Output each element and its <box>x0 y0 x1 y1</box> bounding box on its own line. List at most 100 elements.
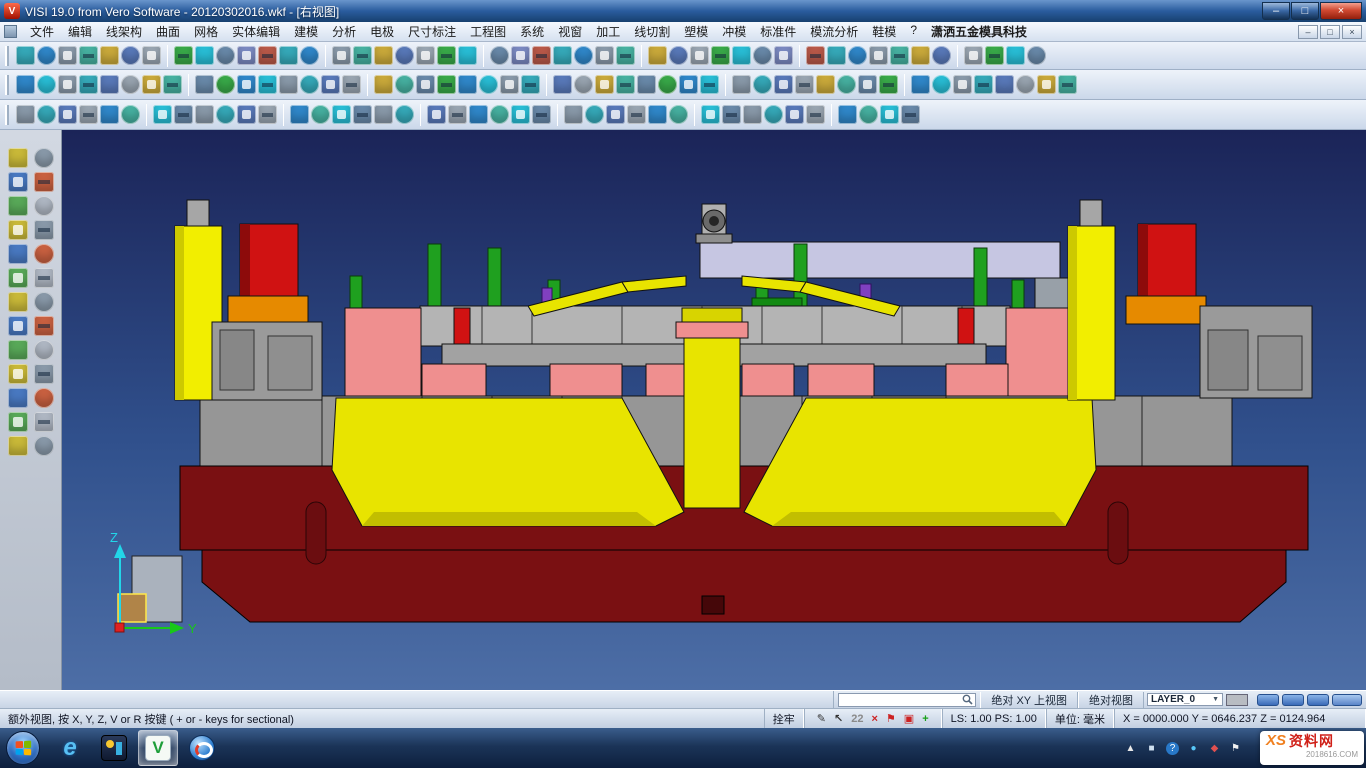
toolbar-icon[interactable] <box>237 46 256 65</box>
toolbar-icon[interactable] <box>34 388 54 408</box>
toolbar-icon[interactable] <box>290 105 309 124</box>
toolbar-icon[interactable] <box>58 46 77 65</box>
menu-item[interactable]: 标准件 <box>753 21 803 42</box>
search-box[interactable] <box>838 693 976 707</box>
toolbar-icon[interactable] <box>901 105 920 124</box>
toolbar-icon[interactable] <box>8 292 28 312</box>
toolbar-icon[interactable] <box>37 105 56 124</box>
toolbar-icon[interactable] <box>553 75 572 94</box>
toolbar-icon[interactable] <box>985 46 1004 65</box>
toolbar-icon[interactable] <box>532 46 551 65</box>
toolbar-icon[interactable] <box>953 75 972 94</box>
toolbar-icon[interactable] <box>743 105 762 124</box>
tray-show-hidden-icon[interactable]: ▲ <box>1124 742 1137 755</box>
toolbar-icon[interactable] <box>8 412 28 432</box>
toolbar-icon[interactable] <box>121 105 140 124</box>
plus-icon[interactable]: + <box>922 713 928 725</box>
toolbar-icon[interactable] <box>34 196 54 216</box>
toolbar-icon[interactable] <box>163 75 182 94</box>
toolbar-icon[interactable] <box>711 46 730 65</box>
toolbar-icon[interactable] <box>995 75 1014 94</box>
toolbar-icon[interactable] <box>332 46 351 65</box>
layer-color-swatch[interactable] <box>1226 694 1248 706</box>
mdi-close-button[interactable]: × <box>1342 25 1362 39</box>
toolbar-icon[interactable] <box>880 105 899 124</box>
toolbar-icon[interactable] <box>8 220 28 240</box>
tray-network-icon[interactable]: ● <box>1187 742 1200 755</box>
cam-driver-left-yellow[interactable] <box>332 398 684 526</box>
toolbar-icon[interactable] <box>521 75 540 94</box>
menu-item[interactable]: 文件 <box>23 21 61 42</box>
toolbar-icon[interactable] <box>8 268 28 288</box>
center-punch-column[interactable] <box>676 308 748 508</box>
flag-icon[interactable]: ⚑ <box>886 712 896 725</box>
menu-item[interactable]: 网格 <box>187 21 225 42</box>
cam-driver-right-yellow[interactable] <box>744 398 1096 526</box>
taskbar-browser-button[interactable] <box>182 730 222 766</box>
toolbar-icon[interactable] <box>1058 75 1077 94</box>
toolbar-icon[interactable] <box>511 46 530 65</box>
toolbar-icon[interactable] <box>300 46 319 65</box>
snap-22-icon[interactable]: 22 <box>851 713 863 725</box>
die-cross-section-view[interactable]: Z Y <box>62 130 1366 690</box>
toolbar-icon[interactable] <box>732 75 751 94</box>
menu-item[interactable]: 模流分析 <box>803 21 865 42</box>
toolbar-icon[interactable] <box>858 75 877 94</box>
toolbar-icon[interactable] <box>511 105 530 124</box>
toolbar-icon[interactable] <box>806 46 825 65</box>
toolbar-icon[interactable] <box>490 105 509 124</box>
toolbar-icon[interactable] <box>8 436 28 456</box>
toolbar-icon[interactable] <box>8 364 28 384</box>
toolbar-icon[interactable] <box>395 105 414 124</box>
checkbox-icon[interactable]: ▣ <box>904 712 914 725</box>
toolbar-icon[interactable] <box>34 364 54 384</box>
toolbar-icon[interactable] <box>353 46 372 65</box>
toolbar-icon[interactable] <box>616 75 635 94</box>
toolbar-icon[interactable] <box>838 105 857 124</box>
toolbar-icon[interactable] <box>374 75 393 94</box>
menu-item[interactable]: 系统 <box>513 21 551 42</box>
close-button[interactable]: × <box>1320 2 1362 20</box>
menu-item[interactable]: 鞋模 <box>865 21 903 42</box>
toolbar-icon[interactable] <box>795 75 814 94</box>
toolbar-icon[interactable] <box>848 46 867 65</box>
view-selector-absolute[interactable]: 绝对视图 <box>1078 692 1144 708</box>
toolbar-icon[interactable] <box>890 46 909 65</box>
toolbar-icon[interactable] <box>437 75 456 94</box>
toolbar-icon[interactable] <box>8 388 28 408</box>
toolbar-grip[interactable] <box>5 75 9 95</box>
toolbar-icon[interactable] <box>216 105 235 124</box>
toolbar-icon[interactable] <box>1016 75 1035 94</box>
toolbar-icon[interactable] <box>100 105 119 124</box>
toolbar-icon[interactable] <box>490 46 509 65</box>
toolbar-icon[interactable] <box>58 75 77 94</box>
toolbar-icon[interactable] <box>669 105 688 124</box>
toolbar-icon[interactable] <box>1027 46 1046 65</box>
toolbar-icon[interactable] <box>79 75 98 94</box>
toolbar-grip[interactable] <box>5 46 9 66</box>
search-input[interactable] <box>841 694 962 705</box>
toolbar-icon[interactable] <box>342 75 361 94</box>
toolbar-icon[interactable] <box>416 75 435 94</box>
menu-item[interactable]: 工程图 <box>463 21 513 42</box>
toolbar-icon[interactable] <box>195 75 214 94</box>
toolbar-icon[interactable] <box>869 46 888 65</box>
toolbar-icon[interactable] <box>669 46 688 65</box>
toolbar-icon[interactable] <box>553 46 572 65</box>
toolbar-icon[interactable] <box>195 46 214 65</box>
toolbar-icon[interactable] <box>679 75 698 94</box>
lock-button[interactable]: 拴牢 <box>764 709 804 728</box>
toolbar-icon[interactable] <box>16 75 35 94</box>
minimize-button[interactable]: – <box>1262 2 1290 20</box>
toolbar-icon[interactable] <box>816 75 835 94</box>
menu-item[interactable]: 尺寸标注 <box>401 21 463 42</box>
toolbar-icon[interactable] <box>616 46 635 65</box>
toolbar-icon[interactable] <box>606 105 625 124</box>
menu-item[interactable]: 线架构 <box>99 21 149 42</box>
menu-item[interactable]: 实体编辑 <box>225 21 287 42</box>
toolbar-icon[interactable] <box>753 75 772 94</box>
toolbar-icon[interactable] <box>1037 75 1056 94</box>
toolbar-icon[interactable] <box>427 105 446 124</box>
toolbar-icon[interactable] <box>100 75 119 94</box>
menu-item[interactable]: 分析 <box>325 21 363 42</box>
